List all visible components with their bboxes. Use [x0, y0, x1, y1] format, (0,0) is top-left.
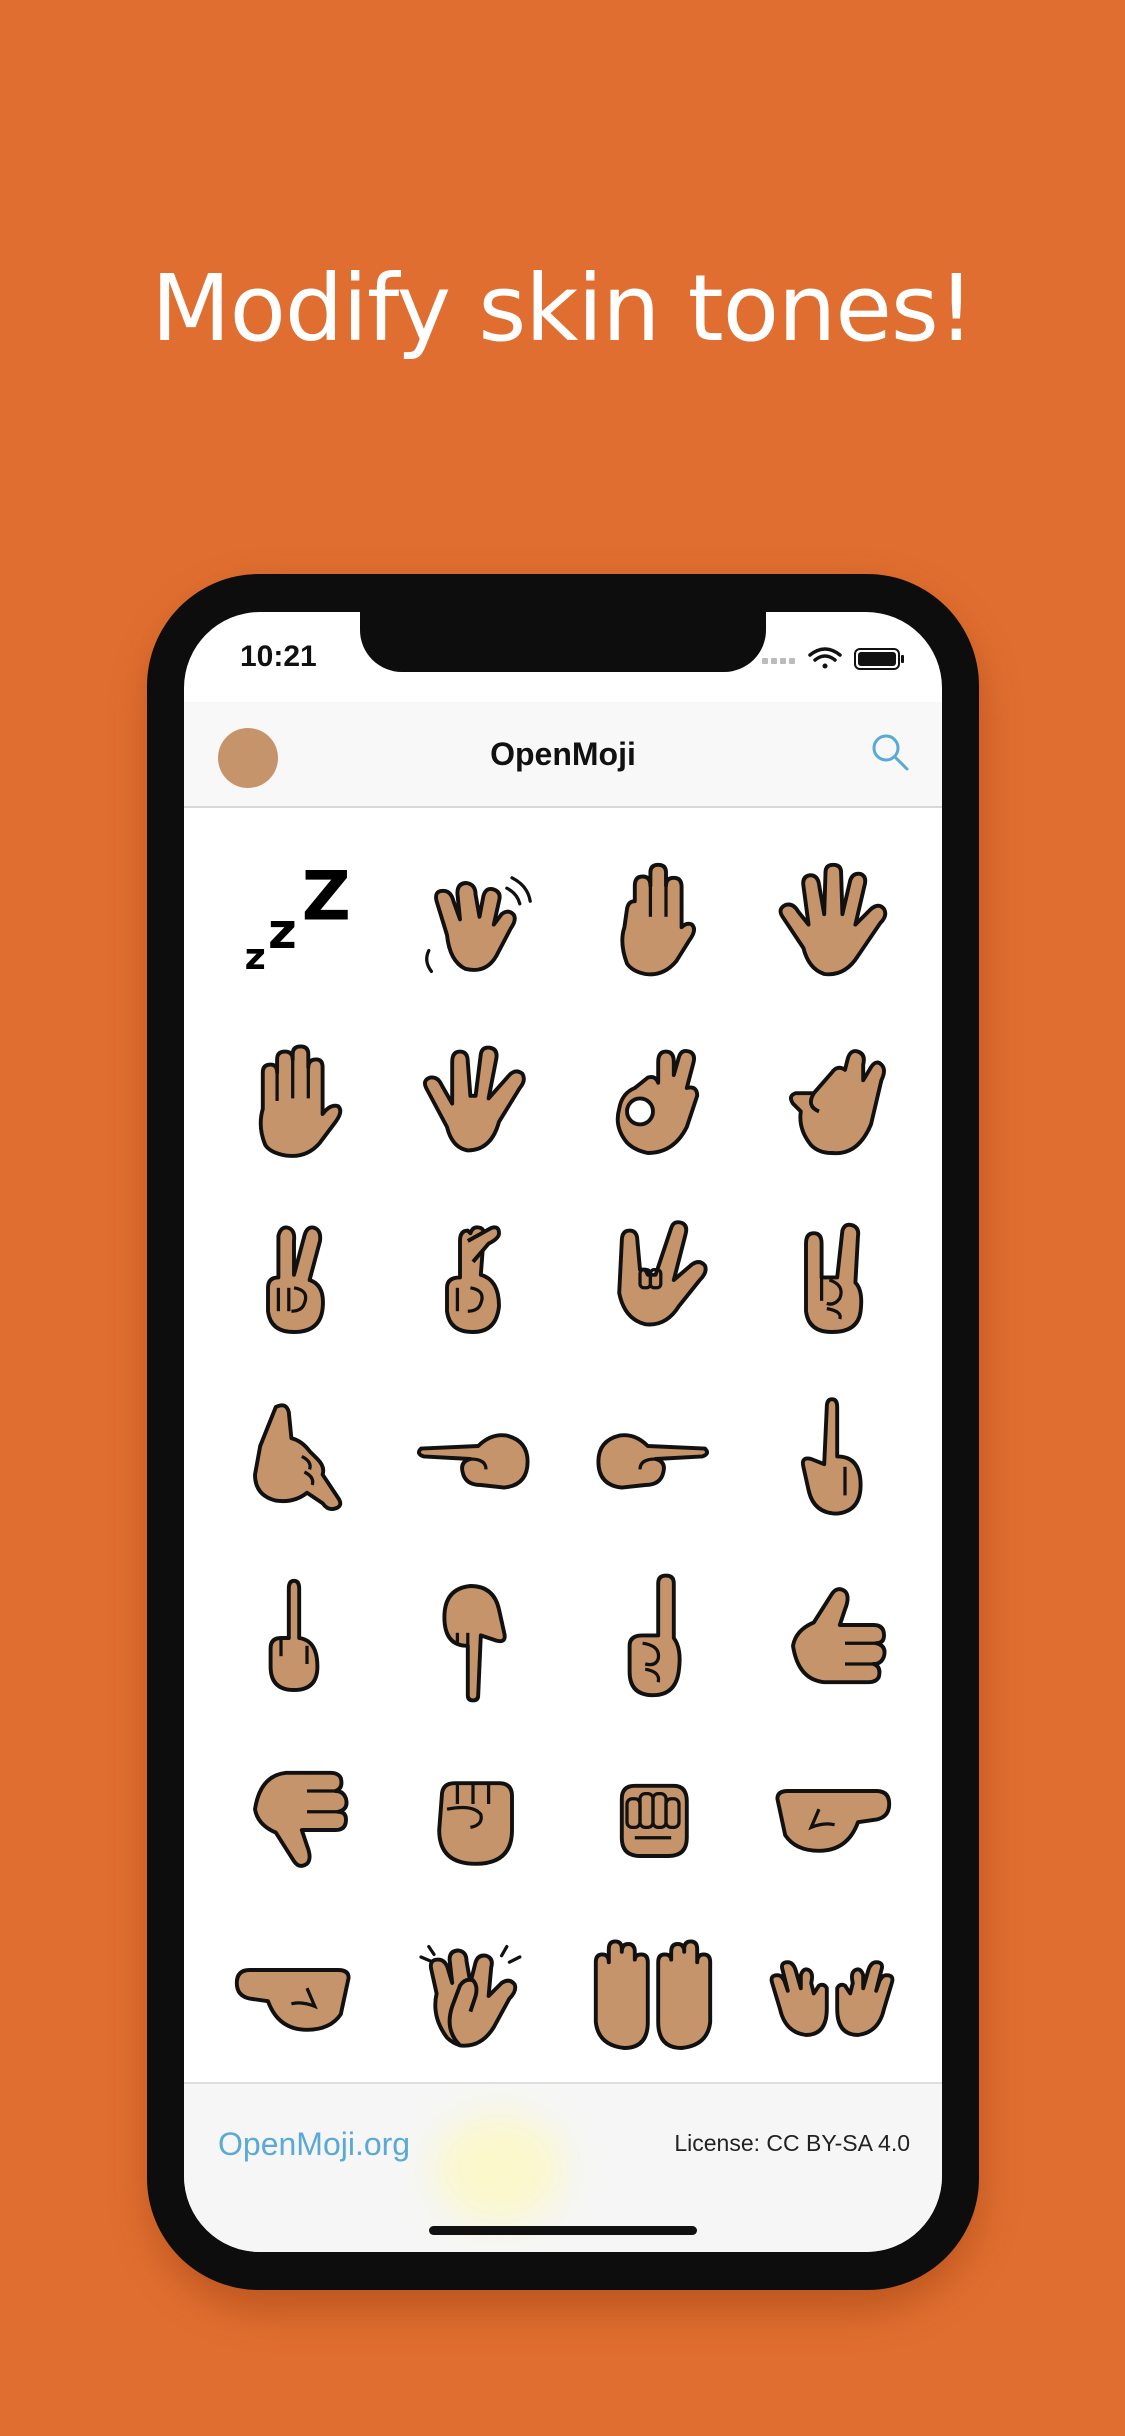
wifi-icon	[808, 647, 842, 669]
emoji-backhand-index-pointing-down[interactable]	[384, 1548, 564, 1727]
nav-bar: OpenMoji	[184, 702, 942, 808]
emoji-middle-finger[interactable]	[204, 1548, 384, 1727]
emoji-left-facing-fist[interactable]	[743, 1727, 923, 1906]
emoji-backhand-index-pointing-right[interactable]	[563, 1369, 743, 1548]
search-icon[interactable]	[868, 730, 912, 774]
emoji-grid: z z Z	[204, 832, 922, 2085]
nav-title: OpenMoji	[490, 736, 636, 772]
svg-text:z: z	[268, 902, 297, 960]
emoji-backhand-index-pointing-left[interactable]	[384, 1369, 564, 1548]
home-indicator[interactable]	[429, 2226, 697, 2235]
status-time: 10:21	[240, 640, 317, 673]
emoji-pinching-hand[interactable]	[743, 1011, 923, 1190]
emoji-thumbs-up[interactable]	[743, 1548, 923, 1727]
svg-text:z: z	[244, 934, 265, 977]
emoji-backhand-index-pointing-up[interactable]	[743, 1369, 923, 1548]
notch	[360, 612, 766, 672]
emoji-sign-of-the-horns[interactable]	[743, 1190, 923, 1369]
emoji-waving-hand[interactable]	[384, 832, 564, 1011]
emoji-ok-hand[interactable]	[563, 1011, 743, 1190]
battery-icon	[854, 648, 904, 670]
emoji-victory-hand[interactable]	[204, 1190, 384, 1369]
phone-screen: 10:21 OpenMoji z z Z OpenMoji.org Licens…	[184, 612, 942, 2252]
emoji-raised-hand[interactable]	[204, 1011, 384, 1190]
emoji-oncoming-fist[interactable]	[563, 1727, 743, 1906]
emoji-right-facing-fist[interactable]	[204, 1906, 384, 2085]
emoji-index-pointing-up[interactable]	[563, 1548, 743, 1727]
license-text: License: CC BY-SA 4.0	[674, 2130, 910, 2156]
emoji-raised-fist[interactable]	[384, 1727, 564, 1906]
emoji-love-you-gesture[interactable]	[563, 1190, 743, 1369]
emoji-crossed-fingers[interactable]	[384, 1190, 564, 1369]
cellular-signal-icon	[762, 658, 795, 664]
emoji-raised-back-of-hand[interactable]	[563, 832, 743, 1011]
emoji-raising-hands[interactable]	[563, 1906, 743, 2085]
emoji-call-me-hand[interactable]	[204, 1369, 384, 1548]
emoji-vulcan-salute[interactable]	[384, 1011, 564, 1190]
emoji-clapping-hands[interactable]	[384, 1906, 564, 2085]
emoji-thumbs-down[interactable]	[204, 1727, 384, 1906]
footer-glow	[434, 2114, 564, 2224]
emoji-zzz[interactable]: z z Z	[204, 832, 384, 1011]
openmoji-link[interactable]: OpenMoji.org	[218, 2126, 410, 2163]
headline: Modify skin tones!	[151, 255, 975, 362]
status-icons	[762, 647, 904, 670]
svg-text:Z: Z	[302, 857, 351, 935]
emoji-open-hands[interactable]	[743, 1906, 923, 2085]
emoji-hand-with-fingers-splayed[interactable]	[743, 832, 923, 1011]
